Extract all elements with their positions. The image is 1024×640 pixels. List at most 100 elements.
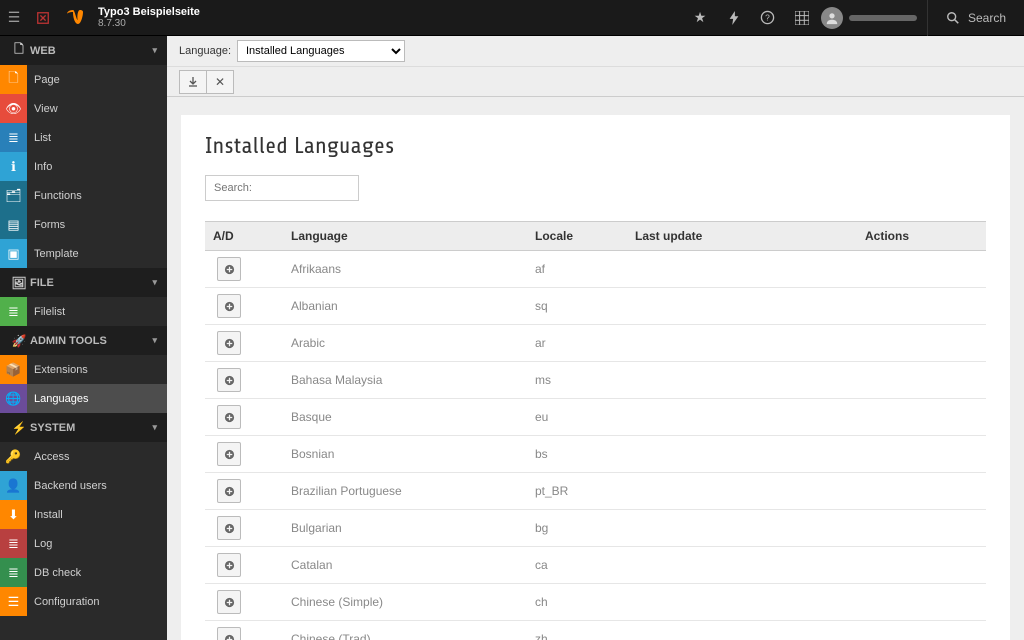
docheader: Language: Installed Languages ✕	[167, 36, 1024, 97]
module-log[interactable]: ≣Log	[0, 529, 167, 558]
th-actions[interactable]: Actions	[857, 222, 986, 251]
topbar: ☰ Typo3 Beispielseite 8.7.30 ★ ? Search	[0, 0, 1024, 36]
cell-actions	[857, 399, 986, 436]
module-label: View	[34, 103, 58, 115]
cell-locale: sq	[527, 288, 627, 325]
cell-locale: ms	[527, 362, 627, 399]
activate-language-button[interactable]	[217, 442, 241, 466]
module-label: Forms	[34, 219, 65, 231]
module-info[interactable]: ℹInfo	[0, 152, 167, 181]
flash-icon[interactable]	[717, 0, 751, 36]
bookmark-icon[interactable]: ★	[683, 0, 717, 36]
log-icon: ≣	[0, 529, 27, 558]
module-view[interactable]: 👁View	[0, 94, 167, 123]
user-menu[interactable]	[819, 0, 927, 36]
activate-language-button[interactable]	[217, 368, 241, 392]
module-group-label: SYSTEM	[30, 422, 75, 434]
help-icon[interactable]: ?	[751, 0, 785, 36]
activate-language-button[interactable]	[217, 479, 241, 503]
table-row: Bahasa Malaysiams	[205, 362, 986, 399]
module-access[interactable]: 🔑Access	[0, 442, 167, 471]
module-dbcheck[interactable]: ≣DB check	[0, 558, 167, 587]
module-languages[interactable]: 🌐 Languages	[0, 384, 167, 413]
filelist-icon: ≣	[0, 297, 27, 326]
th-ad[interactable]: A/D	[205, 222, 283, 251]
table-row: Chinese (Trad)zh	[205, 621, 986, 640]
cell-last-update	[627, 251, 857, 288]
cell-language: Bahasa Malaysia	[283, 362, 527, 399]
cell-last-update	[627, 362, 857, 399]
chevron-down-icon: ▾	[152, 277, 157, 288]
svg-text:?: ?	[766, 12, 771, 22]
cell-last-update	[627, 547, 857, 584]
activate-language-button[interactable]	[217, 405, 241, 429]
chevron-down-icon: ▾	[152, 45, 157, 56]
cell-last-update	[627, 473, 857, 510]
activate-language-button[interactable]	[217, 627, 241, 640]
avatar-icon	[821, 7, 843, 29]
module-list[interactable]: ≣List	[0, 123, 167, 152]
activate-language-button[interactable]	[217, 257, 241, 281]
cell-actions	[857, 325, 986, 362]
module-template[interactable]: ▣Template	[0, 239, 167, 268]
download-all-button[interactable]	[179, 70, 207, 94]
module-install[interactable]: ⬇Install	[0, 500, 167, 529]
module-forms[interactable]: ▤Forms	[0, 210, 167, 239]
module-beusers[interactable]: 👤Backend users	[0, 471, 167, 500]
activate-language-button[interactable]	[217, 553, 241, 577]
languages-table: A/D Language Locale Last update Actions …	[205, 221, 986, 640]
activate-language-button[interactable]	[217, 331, 241, 355]
module-label: Extensions	[34, 364, 88, 376]
table-row: Brazilian Portuguesept_BR	[205, 473, 986, 510]
module-page[interactable]: 🗋Page	[0, 65, 167, 94]
language-search-input[interactable]	[205, 175, 359, 201]
page-title: Installed Languages	[205, 133, 986, 159]
module-group-system[interactable]: ⚡SYSTEM▾	[0, 413, 167, 442]
activate-language-button[interactable]	[217, 294, 241, 318]
module-group-admintools[interactable]: 🚀ADMIN TOOLS▾	[0, 326, 167, 355]
module-group-web[interactable]: 🗋WEB▾	[0, 36, 167, 65]
clear-cache-icon[interactable]	[28, 0, 58, 36]
table-row: Arabicar	[205, 325, 986, 362]
cell-locale: ch	[527, 584, 627, 621]
th-language[interactable]: Language	[283, 222, 527, 251]
activate-language-button[interactable]	[217, 516, 241, 540]
module-label: Backend users	[34, 480, 107, 492]
table-row: Albaniansq	[205, 288, 986, 325]
th-locale[interactable]: Locale	[527, 222, 627, 251]
page-icon: 🗋	[0, 65, 27, 94]
activate-language-button[interactable]	[217, 590, 241, 614]
application-icon[interactable]	[785, 0, 819, 36]
language-selector[interactable]: Installed Languages	[237, 40, 405, 62]
cell-actions	[857, 547, 986, 584]
admintools-group-icon: 🚀	[8, 334, 30, 348]
search-icon	[946, 11, 960, 25]
module-extensions[interactable]: 📦Extensions	[0, 355, 167, 384]
module-filelist[interactable]: ≣Filelist	[0, 297, 167, 326]
web-group-icon: 🗋	[8, 40, 30, 61]
table-row: Catalanca	[205, 547, 986, 584]
table-row: Bulgarianbg	[205, 510, 986, 547]
th-last-update[interactable]: Last update	[627, 222, 857, 251]
cell-actions	[857, 621, 986, 640]
module-label: Info	[34, 161, 52, 173]
module-functions[interactable]: 🗂Functions	[0, 181, 167, 210]
install-icon: ⬇	[0, 500, 27, 529]
main-scroll[interactable]: Installed Languages A/D Language Locale …	[181, 115, 1010, 640]
module-group-file[interactable]: 🖼FILE▾	[0, 268, 167, 297]
site-title: Typo3 Beispielseite	[98, 6, 200, 18]
access-icon: 🔑	[0, 442, 27, 471]
cell-locale: pt_BR	[527, 473, 627, 510]
module-configuration[interactable]: ☰Configuration	[0, 587, 167, 616]
module-label: Functions	[34, 190, 82, 202]
table-row: Chinese (Simple)ch	[205, 584, 986, 621]
menu-toggle-icon[interactable]: ☰	[0, 9, 28, 26]
cell-last-update	[627, 510, 857, 547]
cell-locale: bg	[527, 510, 627, 547]
global-search[interactable]: Search	[927, 0, 1024, 36]
language-selector-label: Language:	[179, 45, 231, 57]
languages-icon: 🌐	[0, 384, 27, 413]
typo3-logo-icon	[58, 0, 92, 36]
cancel-button[interactable]: ✕	[206, 70, 234, 94]
module-label: Languages	[34, 393, 88, 405]
